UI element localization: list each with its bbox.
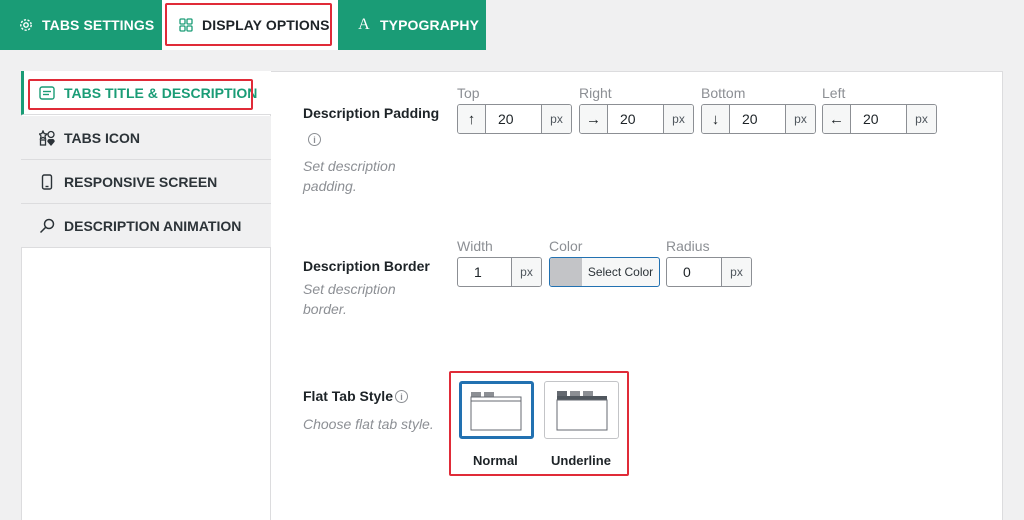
unit-label: px xyxy=(541,105,571,133)
arrow-left-icon: ← xyxy=(823,105,851,133)
border-radius-label: Radius xyxy=(666,238,710,254)
border-color-label: Color xyxy=(549,238,583,254)
arrow-right-icon: → xyxy=(580,105,608,133)
unit-label: px xyxy=(906,105,936,133)
unit-label: px xyxy=(721,258,751,286)
flat-style-description: Choose flat tab style. xyxy=(303,416,434,432)
sidebar-item-tabs-icon[interactable]: TABS ICON xyxy=(21,116,271,160)
top-tab-bar: TABS SETTINGS DISPLAY OPTIONS A TYPOGRAP… xyxy=(0,0,1024,50)
border-width-input[interactable]: 1 px xyxy=(457,257,542,287)
shapes-icon xyxy=(39,129,55,146)
info-icon[interactable]: i xyxy=(395,390,408,403)
sidebar: TABS TITLE & DESCRIPTION TABS ICON RESPO… xyxy=(21,71,271,520)
unit-label: px xyxy=(511,258,541,286)
border-radius-input[interactable]: 0 px xyxy=(666,257,752,287)
arrow-up-icon: ↑ xyxy=(458,105,486,133)
style-option-normal[interactable] xyxy=(459,381,534,439)
gear-icon xyxy=(19,18,33,32)
tab-label: DISPLAY OPTIONS xyxy=(202,17,330,33)
padding-right-input[interactable]: → 20 px xyxy=(579,104,694,134)
style-option-underline[interactable] xyxy=(544,381,619,439)
tab-tabs-settings[interactable]: TABS SETTINGS xyxy=(0,0,162,50)
tab-style-normal-icon xyxy=(470,392,522,431)
font-icon: A xyxy=(358,16,370,33)
select-color-button[interactable]: Select Color xyxy=(549,257,660,287)
unit-label: px xyxy=(785,105,815,133)
padding-left-label: Left xyxy=(822,85,846,101)
magic-icon xyxy=(39,218,55,234)
tab-label: TYPOGRAPHY xyxy=(380,17,480,33)
padding-label: Description Padding xyxy=(303,105,440,121)
tab-typography[interactable]: A TYPOGRAPHY xyxy=(338,0,486,50)
flat-style-label: Flat Tab Style xyxy=(303,388,393,404)
style-option-underline-label: Underline xyxy=(551,453,611,468)
padding-top-input[interactable]: ↑ 20 px xyxy=(457,104,572,134)
sidebar-item-label: RESPONSIVE SCREEN xyxy=(64,173,218,190)
select-color-label: Select Color xyxy=(587,265,654,279)
sidebar-item-description-animation[interactable]: DESCRIPTION ANIMATION xyxy=(21,204,271,248)
padding-left-input[interactable]: ← 20 px xyxy=(822,104,937,134)
sidebar-item-label: DESCRIPTION ANIMATION xyxy=(64,217,242,234)
padding-description: Set description padding. xyxy=(303,158,396,194)
sidebar-item-title-description[interactable]: TABS TITLE & DESCRIPTION xyxy=(21,71,271,115)
padding-top-label: Top xyxy=(457,85,480,101)
padding-bottom-value[interactable]: 20 xyxy=(730,105,785,133)
padding-bottom-label: Bottom xyxy=(701,85,746,101)
border-radius-value[interactable]: 0 xyxy=(667,258,721,286)
text-box-icon xyxy=(39,85,55,101)
color-swatch xyxy=(550,258,582,286)
sidebar-item-responsive-screen[interactable]: RESPONSIVE SCREEN xyxy=(21,160,271,204)
info-icon[interactable]: i xyxy=(308,133,321,146)
border-description: Set description border. xyxy=(303,281,396,317)
padding-bottom-input[interactable]: ↓ 20 px xyxy=(701,104,816,134)
tab-display-options[interactable]: DISPLAY OPTIONS xyxy=(162,0,338,50)
sidebar-item-label: TABS TITLE & DESCRIPTION xyxy=(64,84,258,101)
tab-style-underline-icon xyxy=(556,391,608,431)
padding-right-label: Right xyxy=(579,85,612,101)
padding-right-value[interactable]: 20 xyxy=(608,105,663,133)
sidebar-item-label: TABS ICON xyxy=(64,129,140,146)
grid-icon xyxy=(179,18,193,32)
padding-top-value[interactable]: 20 xyxy=(486,105,541,133)
border-width-value[interactable]: 1 xyxy=(458,258,511,286)
border-width-label: Width xyxy=(457,238,493,254)
tab-label: TABS SETTINGS xyxy=(42,17,155,33)
border-label: Description Border xyxy=(303,258,430,274)
style-option-normal-label: Normal xyxy=(473,453,518,468)
unit-label: px xyxy=(663,105,693,133)
arrow-down-icon: ↓ xyxy=(702,105,730,133)
padding-left-value[interactable]: 20 xyxy=(851,105,906,133)
mobile-icon xyxy=(39,173,55,190)
